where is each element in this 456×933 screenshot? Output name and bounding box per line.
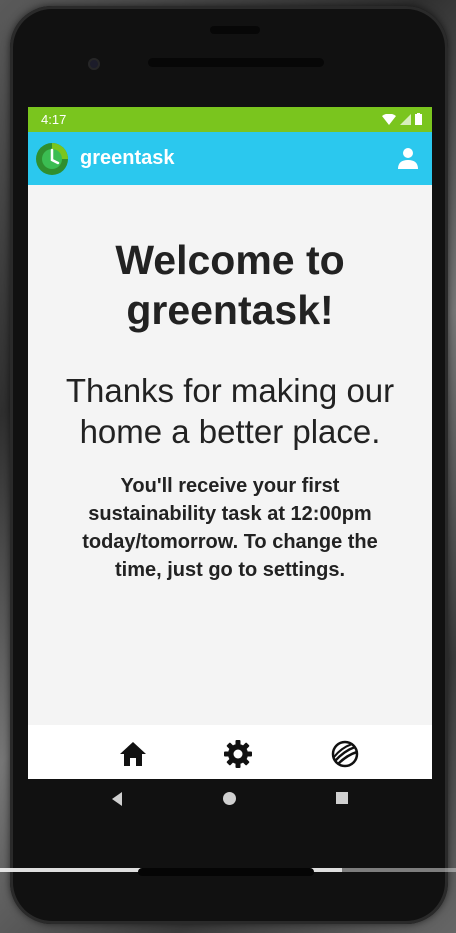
- welcome-content: Welcome to greentask! Thanks for making …: [28, 185, 432, 725]
- earpiece-speaker: [148, 58, 324, 67]
- info-text: You'll receive your first sustainability…: [48, 472, 412, 584]
- thanks-text: Thanks for making our home a better plac…: [38, 370, 422, 452]
- gear-icon[interactable]: [223, 739, 253, 769]
- status-time: 4:17: [41, 112, 67, 127]
- thanks-line-2: home a better place.: [79, 413, 381, 450]
- clock-logo-icon: [36, 143, 68, 175]
- status-bar: 4:17: [28, 107, 432, 132]
- info-line-4: time, just go to settings.: [114, 559, 345, 581]
- globe-icon[interactable]: [330, 739, 360, 769]
- recents-icon[interactable]: [335, 791, 349, 805]
- welcome-heading: Welcome to greentask!: [28, 235, 432, 335]
- status-icons: [382, 113, 422, 125]
- app-bar: greentask: [28, 132, 432, 185]
- home-circle-icon[interactable]: [222, 791, 237, 806]
- phone-top-slot: [210, 26, 260, 34]
- wifi-icon: [382, 113, 396, 125]
- info-line-3: today/tomorrow. To change the: [82, 531, 378, 553]
- info-line-1: You'll receive your first: [120, 475, 340, 497]
- thanks-line-1: Thanks for making our: [65, 372, 395, 409]
- welcome-line-2: greentask!: [126, 287, 334, 333]
- system-nav-bar: [10, 773, 428, 828]
- app-screen: 4:17 greentask Welcome to greentask! Tha…: [28, 107, 432, 779]
- app-title: greentask: [80, 147, 175, 169]
- phone-bottom-slot: [138, 868, 314, 876]
- info-line-2: sustainability task at 12:00pm: [88, 503, 372, 525]
- signal-icon: [400, 113, 411, 125]
- home-icon[interactable]: [118, 739, 148, 769]
- welcome-line-1: Welcome to: [115, 237, 345, 283]
- battery-icon: [415, 113, 422, 125]
- front-camera: [88, 58, 100, 70]
- bottom-nav: [28, 725, 432, 779]
- account-icon[interactable]: [396, 146, 420, 170]
- back-icon[interactable]: [110, 791, 124, 807]
